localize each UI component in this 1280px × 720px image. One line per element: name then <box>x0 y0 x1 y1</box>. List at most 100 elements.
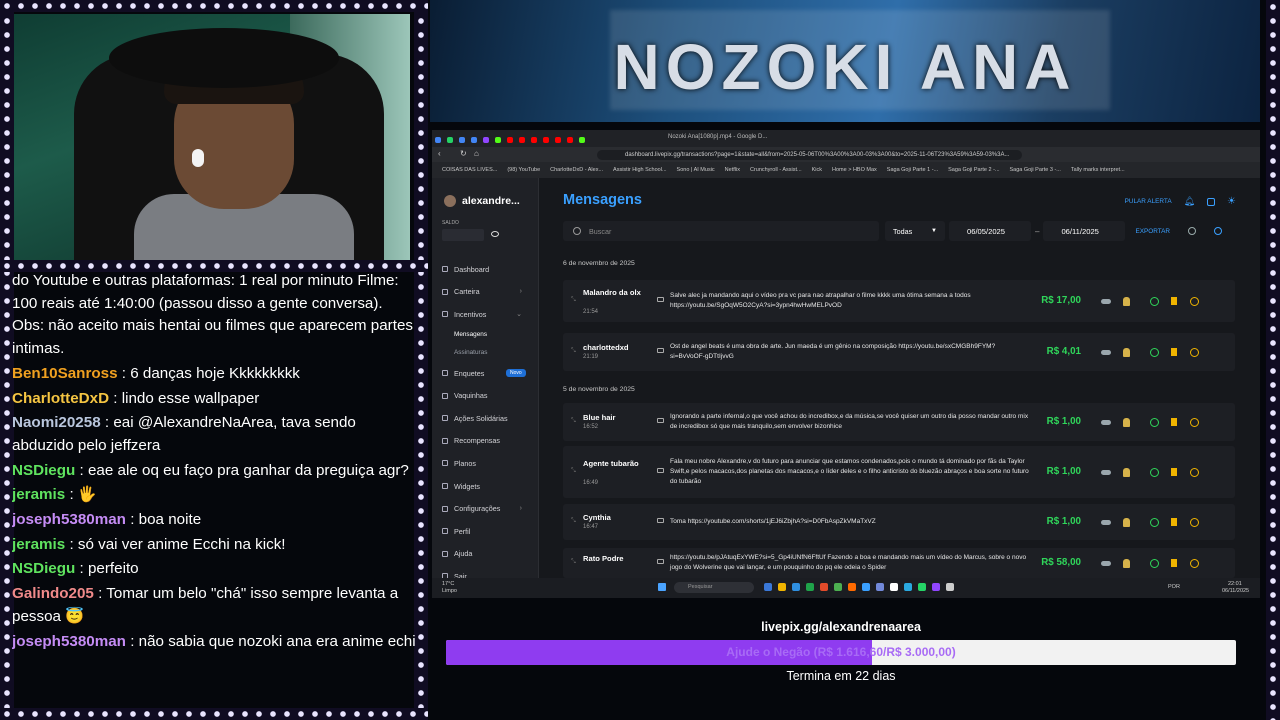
chat-username[interactable]: joseph5380man <box>12 511 126 528</box>
reload-icon[interactable]: ↻ <box>460 149 467 158</box>
tab-icon[interactable] <box>579 137 585 143</box>
tab-icon[interactable] <box>519 137 525 143</box>
taskbar-app-icon[interactable] <box>890 583 898 591</box>
weather-temp[interactable]: 17°C <box>442 581 454 587</box>
tab-icon[interactable] <box>495 137 501 143</box>
flag-icon[interactable] <box>1169 558 1179 568</box>
ban-icon[interactable] <box>1189 417 1199 427</box>
address-bar[interactable]: dashboard.livepix.gg/transactions?page=1… <box>597 150 1022 160</box>
play-icon[interactable] <box>1149 558 1159 568</box>
taskbar-app-icon[interactable] <box>932 583 940 591</box>
chat-username[interactable]: jeramis <box>12 486 65 503</box>
expand-icon[interactable]: ⤡ <box>571 468 576 475</box>
tab-icon[interactable] <box>567 137 573 143</box>
taskbar-app-icon[interactable] <box>946 583 954 591</box>
sidebar-item-enquetes[interactable]: Enquetes Novo <box>432 362 538 385</box>
clock-date[interactable]: 06/11/2025 <box>1222 588 1249 594</box>
taskbar-app-icon[interactable] <box>862 583 870 591</box>
message-row[interactable]: ⤡ Cynthia 16:47 Toma https://youtube.com/sh… <box>563 504 1235 540</box>
message-row[interactable]: ⤡ Malandro da olx 21:54 Salve alec ja manda… <box>563 280 1235 322</box>
refresh-icon[interactable] <box>1188 227 1197 235</box>
expand-icon[interactable]: ⤡ <box>571 348 576 355</box>
tab-icon[interactable] <box>435 137 441 143</box>
mask-icon[interactable] <box>1101 467 1111 477</box>
windows-start-icon[interactable] <box>658 583 666 591</box>
tab-icon[interactable] <box>471 137 477 143</box>
sidebar-item-incentivos[interactable]: Incentivos ⌄ <box>432 303 538 326</box>
taskbar-app-icon[interactable] <box>904 583 912 591</box>
sidebar-item-assinaturas[interactable]: Assinaturas <box>432 344 538 362</box>
skip-alert-button[interactable]: PULAR ALERTA <box>1125 198 1172 205</box>
taskbar-search[interactable]: Pesquisar <box>674 582 754 593</box>
tab-icon[interactable] <box>507 137 513 143</box>
message-row[interactable]: ⤡ charlottedxd 21:19 Ost de angel beats é u… <box>563 333 1235 371</box>
active-tab-title[interactable]: Nozoki Ana[1080p].mp4 - Google D... <box>668 134 767 140</box>
taskbar-app-icon[interactable] <box>792 583 800 591</box>
search-input[interactable]: Buscar <box>563 221 879 241</box>
flag-icon[interactable] <box>1169 517 1179 527</box>
play-icon[interactable] <box>1149 296 1159 306</box>
mask-icon[interactable] <box>1101 296 1111 306</box>
tab-icon[interactable] <box>543 137 549 143</box>
message-row[interactable]: ⤡ Blue hair 16:52 Ignorando a parte inferna… <box>563 403 1235 441</box>
sidebar-item-carteira[interactable]: Carteira › <box>432 281 538 304</box>
sidebar-item-planos[interactable]: Planos <box>432 452 538 475</box>
taskbar-app-icon[interactable] <box>764 583 772 591</box>
bookmark-item[interactable]: Netflix <box>725 167 740 173</box>
mask-icon[interactable] <box>1101 558 1111 568</box>
play-icon[interactable] <box>1149 417 1159 427</box>
message-row[interactable]: ⤡ Agente tubarão 16:49 Fala meu nobre Alexa… <box>563 446 1235 498</box>
play-icon[interactable] <box>1149 517 1159 527</box>
flag-icon[interactable] <box>1169 296 1179 306</box>
person-icon[interactable] <box>1121 417 1131 427</box>
sidebar-item-configuracoes[interactable]: Configurações › <box>432 497 538 520</box>
bookmark-item[interactable]: Sono | AI Music <box>677 167 715 173</box>
bell-icon[interactable]: 🔔︎ <box>1184 196 1195 207</box>
layout-icon[interactable] <box>1207 197 1216 206</box>
play-icon[interactable] <box>1149 467 1159 477</box>
tab-icon[interactable] <box>555 137 561 143</box>
sidebar-item-dashboard[interactable]: Dashboard <box>432 258 538 281</box>
reload-icon[interactable] <box>1214 227 1223 235</box>
theme-icon[interactable]: ☀ <box>1227 196 1236 207</box>
ban-icon[interactable] <box>1189 517 1199 527</box>
bookmark-item[interactable]: Crunchyroll - Assist... <box>750 167 802 173</box>
chat-username[interactable]: NSDiegu <box>12 462 75 479</box>
person-icon[interactable] <box>1121 517 1131 527</box>
person-icon[interactable] <box>1121 467 1131 477</box>
person-icon[interactable] <box>1121 347 1131 357</box>
chat-username[interactable]: CharlotteDxD <box>12 390 109 407</box>
taskbar-app-icon[interactable] <box>806 583 814 591</box>
bookmark-item[interactable]: Assistir High School... <box>613 167 667 173</box>
chat-username[interactable]: jeramis <box>12 536 65 553</box>
tab-icon[interactable] <box>531 137 537 143</box>
ban-icon[interactable] <box>1189 558 1199 568</box>
sidebar-item-vaquinhas[interactable]: Vaquinhas <box>432 384 538 407</box>
ban-icon[interactable] <box>1189 296 1199 306</box>
clock-time[interactable]: 22:01 <box>1228 581 1242 587</box>
sidebar-item-recompensas[interactable]: Recompensas <box>432 430 538 453</box>
profile[interactable]: alexandre... <box>444 195 520 207</box>
message-row[interactable]: ⤡ Rato Podre https://youtu.be/pJAtuqExYWE?… <box>563 548 1235 578</box>
export-button[interactable]: EXPORTAR <box>1135 228 1170 235</box>
status-select[interactable]: Todas ▼ <box>885 221 945 241</box>
ban-icon[interactable] <box>1189 347 1199 357</box>
expand-icon[interactable]: ⤡ <box>571 297 576 304</box>
play-icon[interactable] <box>1149 347 1159 357</box>
bookmark-item[interactable]: (98) YouTube <box>507 167 540 173</box>
sidebar-item-widgets[interactable]: Widgets <box>432 475 538 498</box>
date-to[interactable]: 06/11/2025 <box>1043 221 1126 241</box>
home-icon[interactable]: ⌂ <box>474 149 479 158</box>
sidebar-item-perfil[interactable]: Perfil <box>432 520 538 543</box>
language-indicator[interactable]: POR <box>1168 584 1180 590</box>
taskbar-app-icon[interactable] <box>834 583 842 591</box>
sidebar-item-acoes-solidarias[interactable]: Ações Solidárias <box>432 407 538 430</box>
chat-username[interactable]: Ben10Sanross <box>12 365 118 382</box>
mask-icon[interactable] <box>1101 517 1111 527</box>
bookmark-item[interactable]: CharlotteDxD - Alex... <box>550 167 603 173</box>
bookmark-item[interactable]: COISAS DAS LIVES... <box>442 167 497 173</box>
bookmark-item[interactable]: Home > HBO Max <box>832 167 877 173</box>
bookmark-item[interactable]: Saga Goji Parte 3 -... <box>1010 167 1061 173</box>
taskbar-app-icon[interactable] <box>778 583 786 591</box>
bookmark-item[interactable]: Saga Goji Parte 1 -... <box>887 167 938 173</box>
